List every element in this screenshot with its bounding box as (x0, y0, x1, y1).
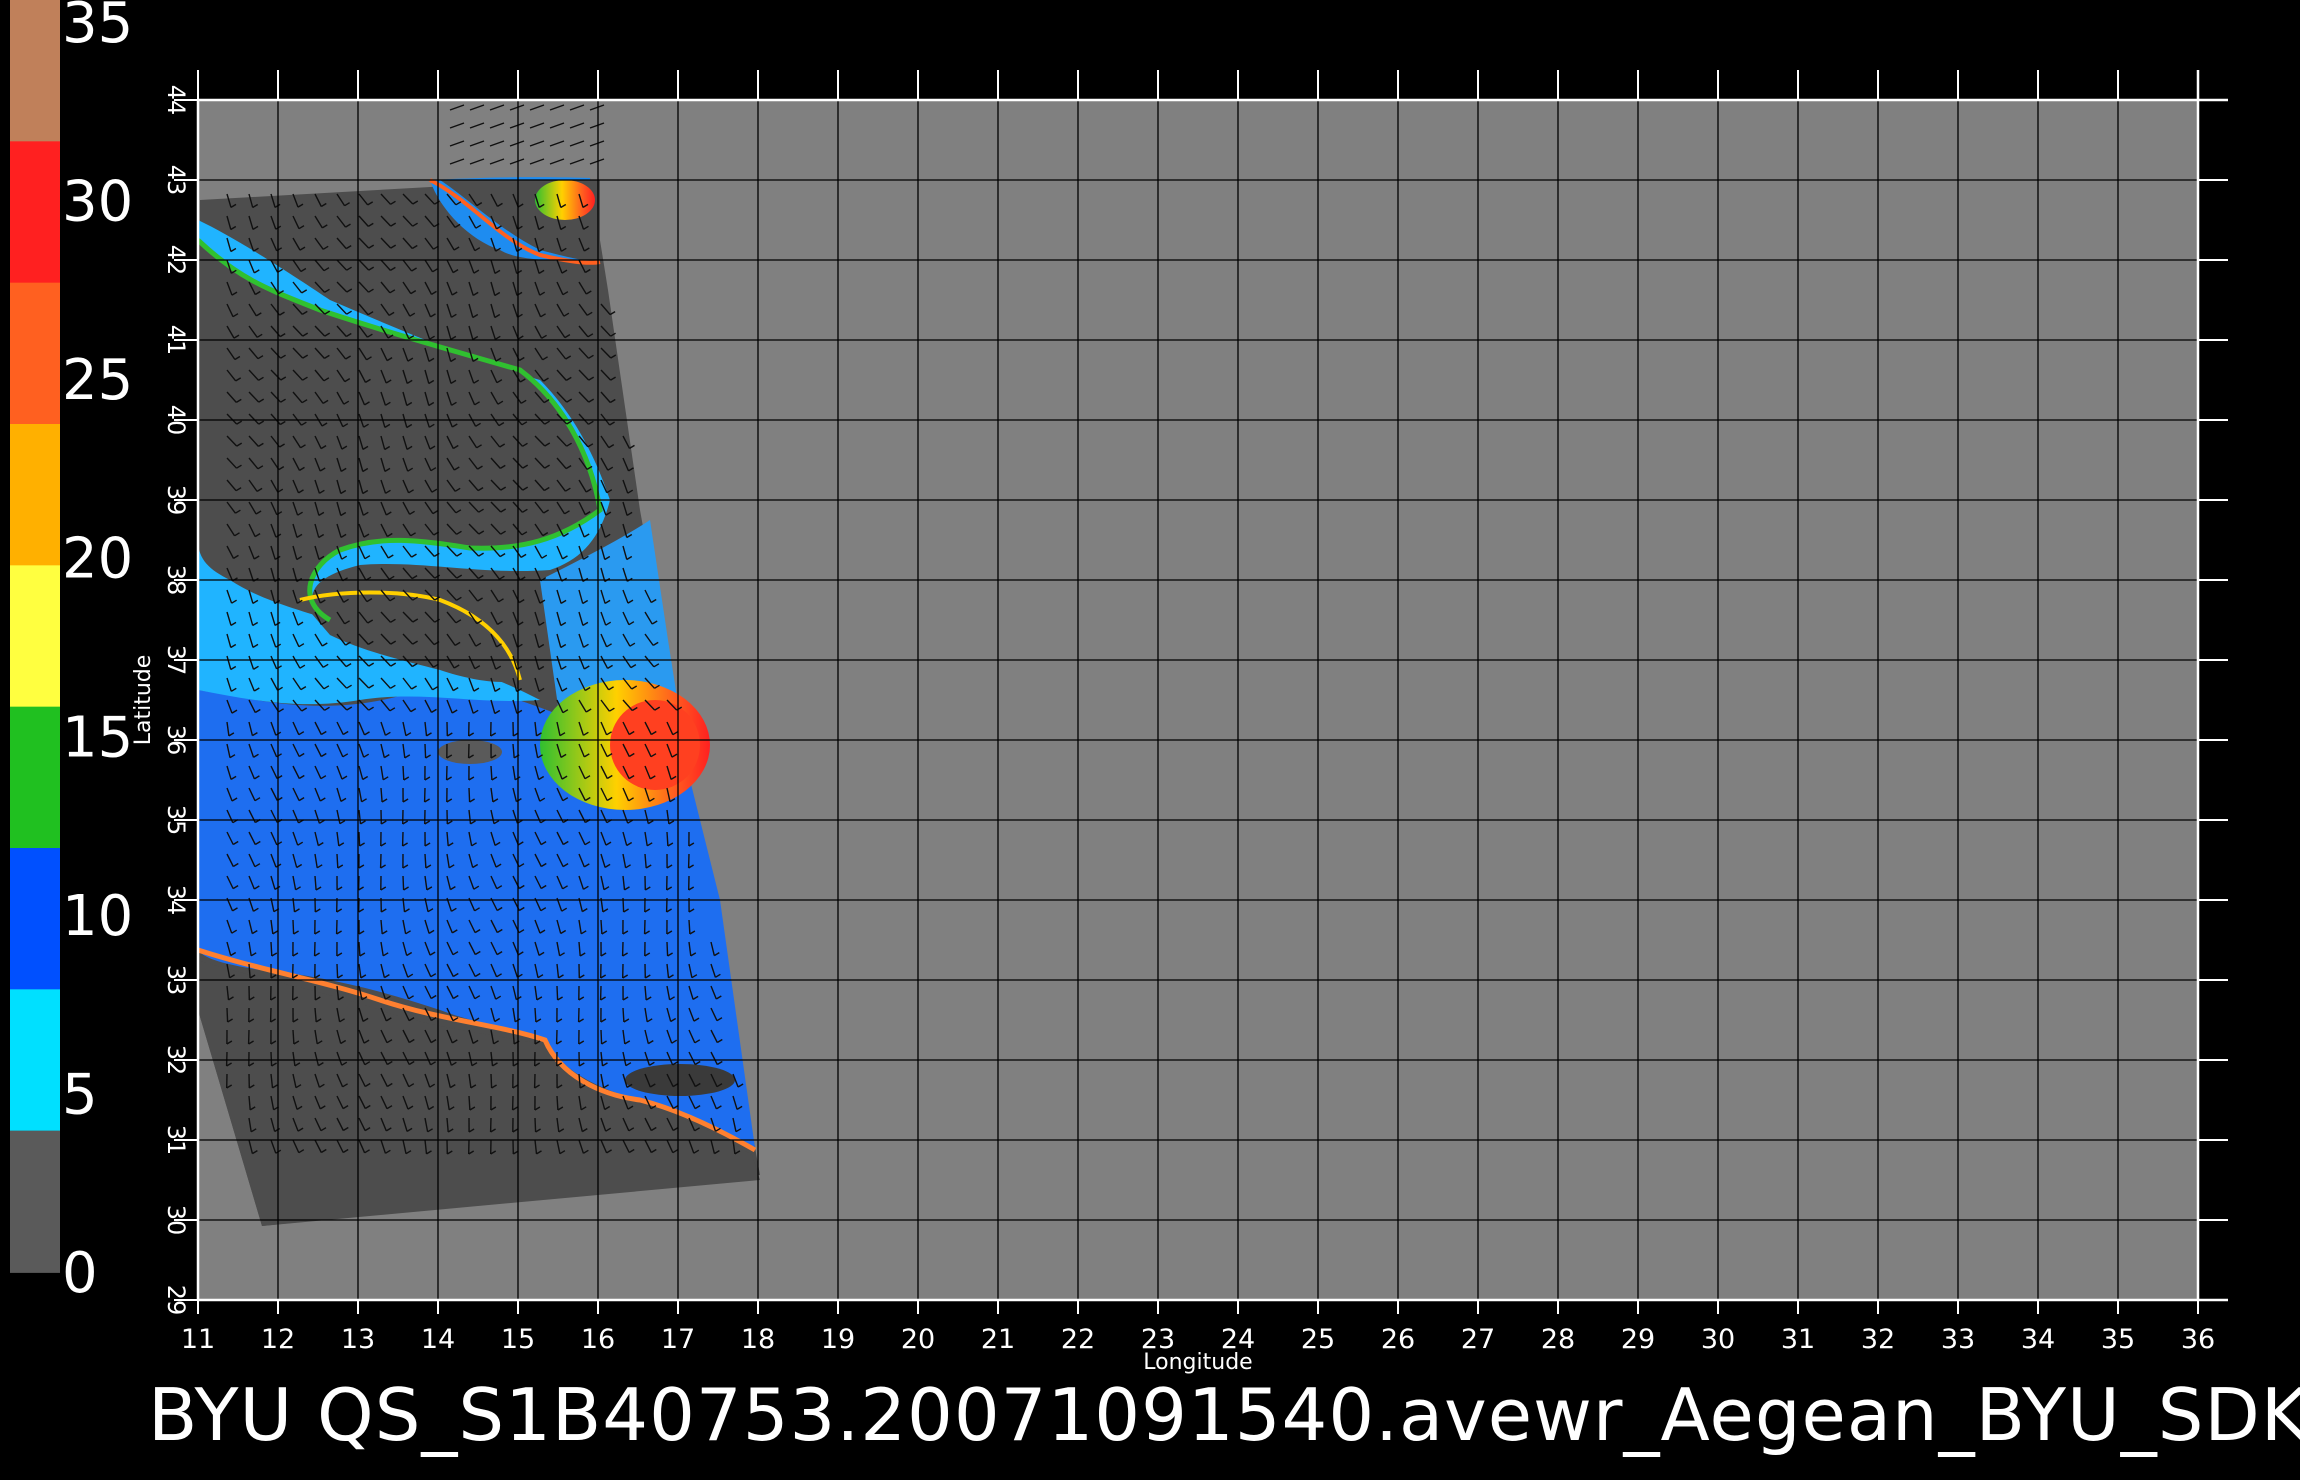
x-tick-label: 19 (821, 1324, 855, 1355)
x-tick-label: 35 (2101, 1324, 2135, 1355)
wind-vector (666, 941, 669, 957)
y-tick-label: 32 (162, 1045, 190, 1076)
wind-vector (424, 853, 427, 869)
wind-vector (402, 765, 405, 781)
colorbar-label: 25 (62, 348, 133, 413)
wind-vector (358, 831, 361, 847)
y-tick-label: 38 (162, 565, 190, 596)
y-tick-label: 35 (162, 805, 190, 836)
wind-vector (534, 1117, 537, 1133)
x-tick-label: 36 (2181, 1324, 2215, 1355)
y-tick-label: 36 (162, 725, 190, 756)
colorbar-label: 30 (62, 170, 133, 235)
colorbar-segment (10, 0, 60, 143)
y-tick-label: 30 (162, 1205, 190, 1236)
x-tick-label: 27 (1461, 1324, 1495, 1355)
x-tick-label: 16 (581, 1324, 615, 1355)
x-tick-label: 14 (421, 1324, 455, 1355)
x-tick-label: 13 (341, 1324, 375, 1355)
wind-vector (468, 787, 471, 803)
x-tick-label: 33 (1941, 1324, 1975, 1355)
y-tick-label: 31 (162, 1125, 190, 1156)
wind-vector (424, 743, 427, 759)
adriatic-hot-spot (535, 180, 595, 220)
colorbar-segment-shade (10, 1130, 60, 1272)
land-crete (625, 1064, 735, 1096)
colorbar-label: 5 (62, 1062, 98, 1127)
wind-vector (688, 919, 691, 935)
colorbar-segment (10, 565, 60, 708)
wind-vector (336, 963, 339, 979)
colorbar-segment (10, 282, 60, 425)
wind-vector (622, 1007, 625, 1023)
x-tick-label: 28 (1541, 1324, 1575, 1355)
wind-vector (402, 875, 405, 891)
colorbar-segment (10, 989, 60, 1132)
wind-vector (292, 1029, 295, 1045)
figure-title: BYU QS_S1B40753.20071091540.avewr_Aegean… (148, 1373, 2300, 1457)
wind-vector (490, 1073, 493, 1089)
y-tick-label: 34 (162, 885, 190, 916)
colorbar-label: 0 (62, 1241, 98, 1306)
y-tick-label: 29 (162, 1285, 190, 1316)
colorbar-labels: 35 30 25 20 15 10 5 0 (62, 0, 133, 1306)
colorbar-label: 15 (62, 705, 133, 770)
colorbar-label: 10 (62, 884, 133, 949)
wind-vector (336, 853, 339, 869)
x-tick-label: 25 (1301, 1324, 1335, 1355)
y-tick-label: 39 (162, 485, 190, 516)
y-axis-label: Latitude (131, 655, 156, 746)
x-tick-label: 26 (1381, 1324, 1415, 1355)
colorbar-segment (10, 141, 60, 284)
y-tick-label: 44 (162, 85, 190, 116)
x-tick-label: 21 (981, 1324, 1015, 1355)
x-tick-label: 11 (181, 1324, 215, 1355)
x-tick-label: 15 (501, 1324, 535, 1355)
y-tick-label: 42 (162, 245, 190, 276)
x-tick-label: 20 (901, 1324, 935, 1355)
colorbar-segment (10, 706, 60, 849)
wind-vector (468, 1095, 471, 1111)
colorbar (10, 0, 60, 1273)
y-tick-label: 37 (162, 645, 190, 676)
wind-vector (556, 985, 559, 1001)
wind-vector (292, 919, 295, 935)
x-tick-label: 17 (661, 1324, 695, 1355)
wind-vector (600, 1029, 603, 1045)
wind-vector (556, 1095, 559, 1111)
x-tick-label: 12 (261, 1324, 295, 1355)
wind-vector (490, 765, 493, 781)
land-malta (438, 740, 502, 764)
wind-vector (270, 1051, 273, 1067)
x-tick-label: 30 (1701, 1324, 1735, 1355)
x-tick-label: 18 (741, 1324, 775, 1355)
x-tick-label: 29 (1621, 1324, 1655, 1355)
wind-vector (666, 831, 669, 847)
wind-map-figure: 35302520151050 11 12 13 14 15 16 17 18 19 20 21 22 2 (10, 0, 2228, 1375)
wind-vector (358, 941, 361, 957)
x-tick-label: 22 (1061, 1324, 1095, 1355)
y-tick-label: 33 (162, 965, 190, 996)
x-tick-label: 31 (1781, 1324, 1815, 1355)
x-tick-label: 32 (1861, 1324, 1895, 1355)
colorbar-label: 35 (62, 0, 133, 56)
colorbar-segment (10, 424, 60, 567)
wind-vector (534, 1007, 537, 1023)
y-tick-label: 41 (162, 325, 190, 356)
colorbar-label: 20 (62, 527, 133, 592)
wind-vector (270, 941, 273, 957)
wind-vector (226, 1007, 229, 1023)
y-tick-label: 43 (162, 165, 190, 196)
x-tick-label: 34 (2021, 1324, 2055, 1355)
wind-vector (600, 919, 603, 935)
colorbar-segment (10, 848, 60, 991)
y-tick-label: 40 (162, 405, 190, 436)
